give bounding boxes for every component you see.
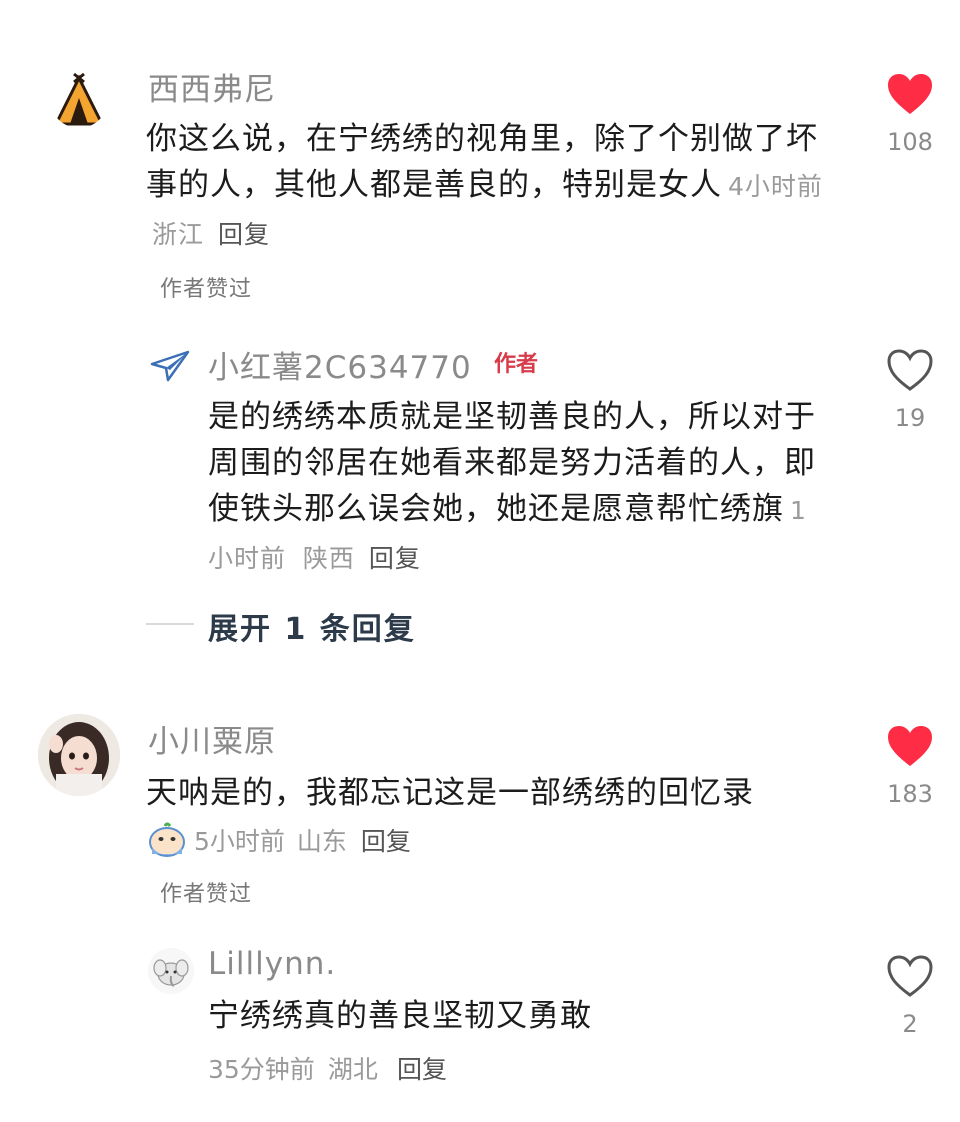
comment-username[interactable]: 小川粟原 [148,716,276,761]
girl-photo-avatar[interactable] [38,714,120,796]
heart-icon [888,726,932,766]
heart-icon [888,74,932,114]
comment-text-block: 你这么说，在宁绣绣的视角里，除了个别做了坏事的人，其他人都是善良的，特别是女人 4… [146,116,826,258]
comment-location: 浙江 [152,220,205,249]
comment-time: 35分钟前 [208,1055,315,1084]
like-button[interactable] [886,724,934,768]
comment-meta-row: 5小时前 山东 回复 [146,820,411,860]
comment-location: 湖北 [327,1055,378,1084]
reply-item: Lilllynn. 宁绣绣真的善良坚韧又勇敢 35分钟前 湖北 回复 2 [0,940,960,1110]
expand-divider [146,623,194,625]
like-button[interactable] [886,348,934,392]
like-count: 183 [887,780,933,808]
like-button[interactable] [886,72,934,116]
reply-button[interactable]: 回复 [361,822,411,858]
comment-text-block: 是的绣绣本质就是坚韧善良的人，所以对于周围的邻居在她看来都是努力活着的人，即使铁… [208,394,818,582]
expand-replies-button[interactable]: 展开 1 条回复 [208,604,416,648]
comment-text: 宁绣绣真的善良坚韧又勇敢 [208,998,592,1034]
author-liked-label: 作者赞过 [160,277,253,302]
comment-username[interactable]: 西西弗尼 [148,64,276,109]
like-count: 19 [894,404,926,432]
comment-username[interactable]: Lilllynn. [208,946,336,982]
tent-avatar[interactable] [50,70,108,128]
comment-location: 山东 [296,827,347,856]
comment-location: 陕西 [302,544,355,573]
like-button[interactable] [886,954,934,998]
author-liked-label: 作者赞过 [160,882,253,907]
comment-item: 西西弗尼 你这么说，在宁绣绣的视角里，除了个别做了坏事的人，其他人都是善良的，特… [0,0,960,320]
paper-plane-avatar[interactable] [150,344,190,384]
comment-text: 天呐是的，我都忘记这是一部绣绣的回忆录 [146,775,754,811]
heart-icon [887,349,933,391]
like-count: 2 [902,1010,918,1038]
reply-button[interactable]: 回复 [218,220,270,249]
heart-icon [887,955,933,997]
comment-meta-row: 35分钟前 湖北 回复 [202,1050,447,1086]
comment-time: 5小时前 [194,827,285,856]
comment-username[interactable]: 小红薯2C634770 [208,342,472,387]
elephant-avatar[interactable] [148,948,194,994]
crying-emoji-icon [146,822,188,858]
reply-item: 小红薯2C634770 作者 是的绣绣本质就是坚韧善良的人，所以对于周围的邻居在… [0,330,960,590]
comment-text: 你这么说，在宁绣绣的视角里，除了个别做了坏事的人，其他人都是善良的，特别是女人 [146,121,818,203]
comment-time: 4小时前 [728,172,823,201]
comment-text: 是的绣绣本质就是坚韧善良的人，所以对于周围的邻居在她看来都是努力活着的人，即使铁… [208,399,816,527]
comment-item: 小川粟原 天呐是的，我都忘记这是一部绣绣的回忆录 5小时前 山东 回复 作者赞过… [0,700,960,910]
like-count: 108 [887,128,933,156]
author-badge: 作者 [494,352,539,377]
reply-button[interactable]: 回复 [369,544,421,573]
reply-button[interactable]: 回复 [397,1055,447,1084]
